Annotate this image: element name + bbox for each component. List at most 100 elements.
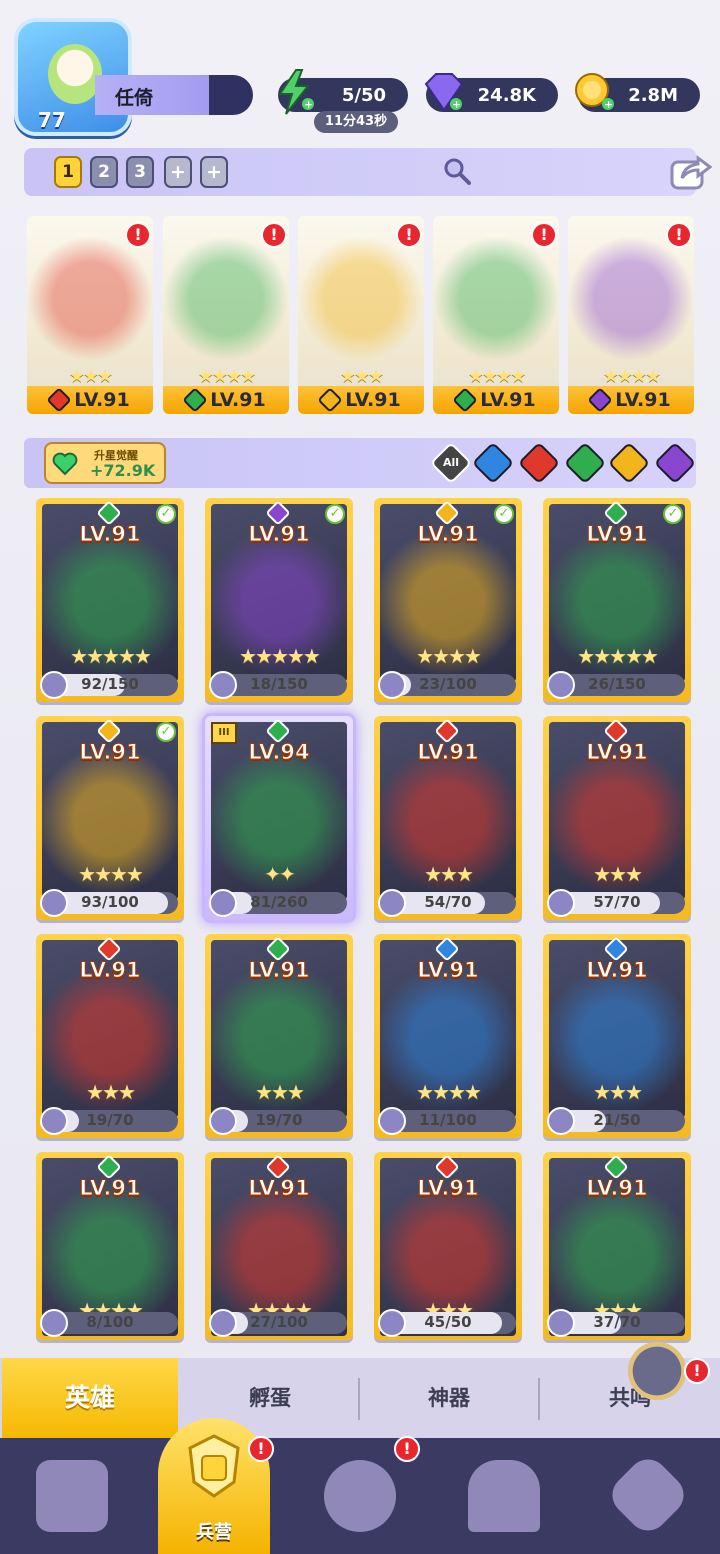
shard-progress-bar: 37/70 — [547, 1309, 685, 1337]
shard-icon — [378, 671, 406, 699]
hero-stars: ★★★★★ — [239, 644, 321, 668]
hero-level: LV.91 — [79, 1176, 141, 1201]
team-hero-card[interactable]: ★★★★ LV.91 ! — [433, 216, 559, 414]
hero-card[interactable]: LV.91 ★★★ 19/70 — [36, 934, 184, 1138]
hero-card[interactable]: III LV.94 ✦✦ 81/260 — [202, 713, 356, 923]
hero-stars: ★★★ — [255, 1080, 305, 1104]
nav-cards[interactable] — [0, 1438, 144, 1554]
hero-card[interactable]: LV.91 ★★★ 21/50 — [543, 934, 691, 1138]
lineup-slot-3[interactable]: 3 — [126, 156, 154, 188]
lineup-slot-2[interactable]: 2 — [90, 156, 118, 188]
hero-stars: ★★★★★ — [70, 644, 152, 668]
hero-stars: ★★★★ — [416, 1080, 482, 1104]
element-icon — [182, 387, 209, 413]
hero-stars: ★★★★ — [602, 366, 662, 387]
shard-icon — [209, 1309, 237, 1337]
coin-counter[interactable]: + 2.8M — [575, 73, 700, 112]
hero-level: LV.91 — [417, 958, 479, 983]
filter-fire-button[interactable] — [517, 441, 561, 485]
hero-level: LV.91 — [248, 522, 310, 547]
shard-icon — [40, 889, 68, 917]
svg-text:+: + — [304, 98, 313, 111]
hero-level: LV.91 — [586, 740, 648, 765]
hero-level-bar: LV.91 — [27, 386, 153, 414]
player-level: 77 — [38, 108, 66, 132]
svg-text:+: + — [604, 98, 613, 111]
shard-icon — [40, 1107, 68, 1135]
team-hero-card[interactable]: ★★★★ LV.91 ! — [163, 216, 289, 414]
hero-level: LV.91 — [210, 389, 266, 411]
hero-stars: ★★★★ — [197, 366, 257, 387]
shard-progress-bar: 23/100 — [378, 671, 516, 699]
owned-check-icon: ✓ — [663, 504, 683, 524]
hero-card[interactable]: ✓ LV.91 ★★★★ 93/100 — [36, 716, 184, 920]
hero-level-bar: LV.91 — [298, 386, 424, 414]
hero-level: LV.91 — [586, 522, 648, 547]
hero-card[interactable]: ✓ LV.91 ★★★★★ 26/150 — [543, 498, 691, 702]
shard-progress-bar: 8/100 — [40, 1309, 178, 1337]
team-hero-card[interactable]: ★★★ LV.91 ! — [298, 216, 424, 414]
lineup-add-button-2[interactable]: + — [200, 156, 228, 188]
tab-heroes[interactable]: 英雄 — [2, 1358, 178, 1438]
hero-level: LV.91 — [417, 1176, 479, 1201]
hero-card[interactable]: ✓ LV.91 ★★★★★ 18/150 — [205, 498, 353, 702]
hero-level: LV.91 — [79, 522, 141, 547]
hero-card[interactable]: LV.91 ★★★ 19/70 — [205, 934, 353, 1138]
filter-water-button[interactable] — [471, 441, 515, 485]
nav-mushroom[interactable] — [576, 1438, 720, 1554]
sparkle-button[interactable] — [626, 1340, 688, 1402]
owned-check-icon: ✓ — [156, 504, 176, 524]
filter-dark-button[interactable] — [653, 441, 697, 485]
shard-icon — [378, 1309, 406, 1337]
hero-level: LV.91 — [586, 958, 648, 983]
hero-card[interactable]: LV.91 ★★★★ 11/100 — [374, 934, 522, 1138]
upgrade-alert-badge: ! — [666, 222, 692, 248]
hero-stars: ★★★ — [86, 1080, 136, 1104]
filter-bar: 升星觉醒 +72.9K All — [24, 438, 697, 488]
owned-check-icon: ✓ — [325, 504, 345, 524]
player-name-bar[interactable]: 任倚 — [95, 75, 253, 115]
upgrade-alert-badge: ! — [531, 222, 557, 248]
magnify-icon[interactable] — [442, 156, 472, 186]
filter-all-button[interactable]: All — [429, 441, 473, 485]
hero-card[interactable]: LV.91 ★★★ 57/70 — [543, 716, 691, 920]
bottom-nav — [0, 1438, 720, 1554]
share-icon[interactable] — [668, 152, 712, 192]
hero-card[interactable]: LV.91 ★★★ 54/70 — [374, 716, 522, 920]
hero-card[interactable]: LV.91 ★★★ 37/70 — [543, 1152, 691, 1340]
team-hero-card[interactable]: ★★★★ LV.91 ! — [568, 216, 694, 414]
hero-card[interactable]: LV.91 ★★★★ 8/100 — [36, 1152, 184, 1340]
nav-castle[interactable] — [432, 1438, 576, 1554]
team-hero-card[interactable]: ★★★ LV.91 ! — [27, 216, 153, 414]
gem-counter[interactable]: + 24.8K — [424, 73, 558, 112]
shard-progress-bar: 19/70 — [209, 1107, 347, 1135]
shard-progress-bar: 54/70 — [378, 889, 516, 917]
filter-nature-button[interactable] — [563, 441, 607, 485]
lineup-add-button-1[interactable]: + — [164, 156, 192, 188]
awaken-value: +72.9K — [90, 461, 156, 480]
hero-card[interactable]: LV.91 ★★★★ 27/100 — [205, 1152, 353, 1340]
hero-level: LV.94 — [248, 740, 310, 765]
shard-progress-bar: 26/150 — [547, 671, 685, 699]
shard-progress-bar: 45/50 — [378, 1309, 516, 1337]
barracks-alert-badge: ! — [248, 1436, 274, 1462]
hero-level-bar: LV.91 — [163, 386, 289, 414]
hero-level: LV.91 — [345, 389, 401, 411]
hero-level: LV.91 — [615, 389, 671, 411]
awaken-button[interactable]: 升星觉醒 +72.9K — [44, 442, 166, 484]
hero-stars: ★★★★ — [467, 366, 527, 387]
hero-card[interactable]: ✓ LV.91 ★★★★ 23/100 — [374, 498, 522, 702]
coin-icon: + — [575, 73, 614, 111]
filter-light-button[interactable] — [607, 441, 651, 485]
hero-stars: ★★★★ — [416, 644, 482, 668]
energy-counter[interactable]: + 5/50 — [278, 69, 408, 115]
mushroom-icon — [604, 1451, 692, 1539]
shard-progress-bar: 92/150 — [40, 671, 178, 699]
hero-level: LV.91 — [417, 522, 479, 547]
lineup-slot-1[interactable]: 1 — [54, 156, 82, 188]
upgrade-alert-badge: ! — [396, 222, 422, 248]
hero-card[interactable]: LV.91 ★★★ 45/50 — [374, 1152, 522, 1340]
hero-card[interactable]: ✓ LV.91 ★★★★★ 92/150 — [36, 498, 184, 702]
tab-artifacts[interactable]: 神器 — [360, 1358, 538, 1438]
svg-text:+: + — [452, 98, 461, 111]
